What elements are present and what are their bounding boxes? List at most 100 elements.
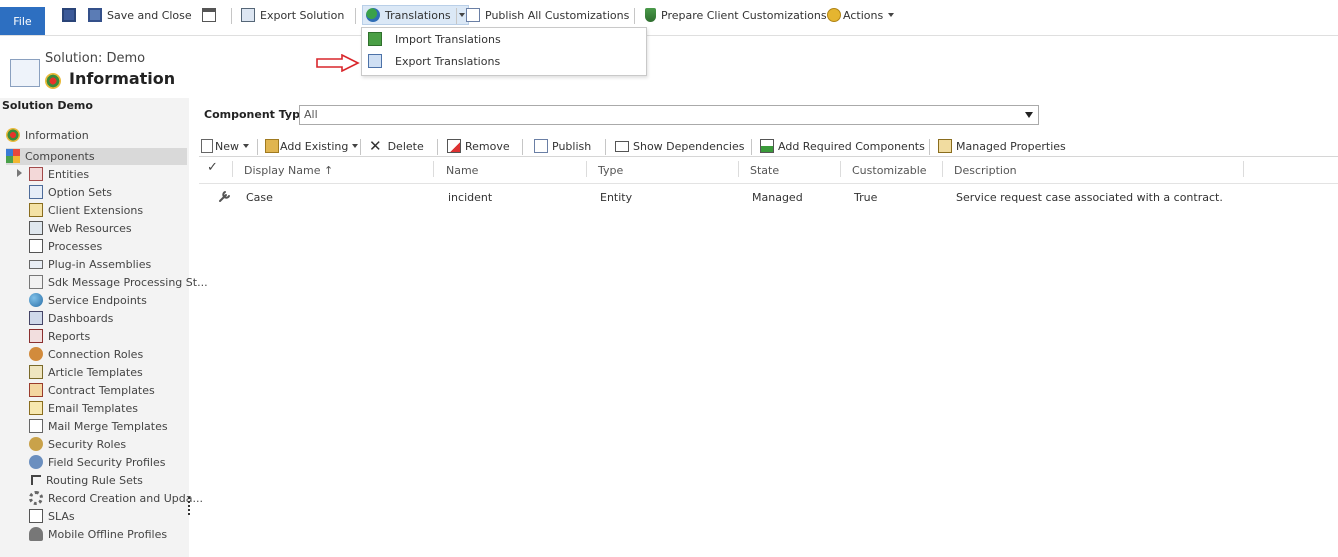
new-label: New xyxy=(215,139,239,153)
nav-item-contract-templates[interactable]: Contract Templates xyxy=(29,381,155,399)
solution-label: Solution: Demo xyxy=(45,51,146,66)
nav-item-reports[interactable]: Reports xyxy=(29,327,90,345)
nav-item-label: Connection Roles xyxy=(48,347,144,361)
managed-properties-button[interactable]: Managed Properties xyxy=(938,138,1066,154)
nav-item-label: SLAs xyxy=(48,509,75,523)
nav-heading: Solution Demo xyxy=(2,99,93,112)
component-type-value: All xyxy=(304,108,318,121)
show-dependencies-button[interactable]: Show Dependencies xyxy=(615,138,744,154)
add-existing-button[interactable]: Add Existing xyxy=(265,138,359,154)
routing-rule-icon xyxy=(31,475,41,485)
dependencies-icon xyxy=(615,140,629,152)
nav-item-label: Email Templates xyxy=(48,401,138,415)
nav-item-processes[interactable]: Processes xyxy=(29,237,102,255)
reports-icon xyxy=(29,329,43,343)
nav-item-mail-merge-templates[interactable]: Mail Merge Templates xyxy=(29,417,168,435)
new-icon xyxy=(201,139,213,153)
nav-item-record-creation[interactable]: Record Creation and Upda... xyxy=(29,489,203,507)
actions-button[interactable]: Actions xyxy=(827,6,895,24)
cell-type: Entity xyxy=(600,191,633,204)
nav-resize-handle[interactable] xyxy=(188,497,192,515)
nav-item-mobile-offline-profiles[interactable]: Mobile Offline Profiles xyxy=(29,525,167,543)
grid-header-border xyxy=(199,183,1338,184)
close-icon: ✕ xyxy=(369,137,382,155)
menu-item-import-translations[interactable]: Import Translations xyxy=(368,30,501,48)
toolbar-separator xyxy=(257,139,258,155)
publish-all-button[interactable]: Publish All Customizations xyxy=(466,6,629,24)
nav-item-components[interactable]: Components xyxy=(6,147,95,165)
ribbon-separator xyxy=(634,8,635,24)
column-header-name[interactable]: Name xyxy=(446,164,478,178)
column-separator xyxy=(738,161,739,177)
nav-item-security-roles[interactable]: Security Roles xyxy=(29,435,126,453)
prepare-client-button[interactable]: Prepare Client Customizations xyxy=(645,6,827,24)
chevron-down-icon xyxy=(1025,112,1033,118)
publish-button[interactable]: Publish xyxy=(534,138,591,154)
annotation-arrow-icon xyxy=(316,54,360,72)
nav-item-label: Entities xyxy=(48,167,90,181)
ribbon-separator xyxy=(456,8,457,24)
column-header-type[interactable]: Type xyxy=(598,164,623,178)
nav-item-routing-rule-sets[interactable]: Routing Rule Sets xyxy=(29,471,143,489)
nav-item-entities[interactable]: Entities xyxy=(29,165,89,183)
delete-button[interactable]: ✕ Delete xyxy=(369,138,424,154)
managed-properties-icon xyxy=(938,139,952,153)
export-solution-label: Export Solution xyxy=(260,8,345,22)
nav-item-web-resources[interactable]: Web Resources xyxy=(29,219,132,237)
nav-item-plugin-assemblies[interactable]: Plug-in Assemblies xyxy=(29,255,151,273)
cell-description: Service request case associated with a c… xyxy=(956,191,1223,204)
nav-item-client-extensions[interactable]: Client Extensions xyxy=(29,201,143,219)
nav-item-label: Service Endpoints xyxy=(48,293,147,307)
nav-item-option-sets[interactable]: Option Sets xyxy=(29,183,112,201)
nav-item-connection-roles[interactable]: Connection Roles xyxy=(29,345,143,363)
add-required-label: Add Required Components xyxy=(778,139,925,153)
nav-item-service-endpoints[interactable]: Service Endpoints xyxy=(29,291,147,309)
option-sets-icon xyxy=(29,185,43,199)
add-required-icon xyxy=(760,139,774,153)
column-separator xyxy=(1243,161,1244,177)
nav-item-dashboards[interactable]: Dashboards xyxy=(29,309,113,327)
cell-display-name[interactable]: Case xyxy=(246,191,273,204)
wrench-icon xyxy=(219,191,230,202)
nav-item-label: Mail Merge Templates xyxy=(48,419,168,433)
save-and-close-button[interactable]: Save and Close xyxy=(88,6,192,24)
page-title: Information xyxy=(69,69,176,88)
expand-triangle-icon[interactable] xyxy=(17,169,22,177)
new-button[interactable]: New xyxy=(201,138,249,154)
entities-icon xyxy=(29,167,43,181)
save-close-icon xyxy=(88,8,102,22)
nav-item-label: Routing Rule Sets xyxy=(46,473,143,487)
chevron-down-icon xyxy=(352,144,359,148)
nav-item-sdk-message-processing[interactable]: Sdk Message Processing St... xyxy=(29,273,208,291)
nav-item-field-security-profiles[interactable]: Field Security Profiles xyxy=(29,453,166,471)
nav-item-label: Record Creation and Upda... xyxy=(48,491,203,505)
nav-item-label: Article Templates xyxy=(48,365,143,379)
select-all-checkmark-icon[interactable]: ✓ xyxy=(207,160,218,175)
menu-item-label: Export Translations xyxy=(395,54,501,68)
nav-item-email-templates[interactable]: Email Templates xyxy=(29,399,138,417)
nav-item-slas[interactable]: SLAs xyxy=(29,507,75,525)
nav-item-label: Contract Templates xyxy=(48,383,155,397)
toolbar-separator xyxy=(522,139,523,155)
menu-item-export-translations[interactable]: Export Translations xyxy=(368,52,500,70)
field-security-icon xyxy=(29,455,43,469)
chevron-down-icon xyxy=(458,13,465,17)
export-solution-button[interactable]: Export Solution xyxy=(241,6,344,24)
nav-item-article-templates[interactable]: Article Templates xyxy=(29,363,143,381)
column-separator xyxy=(232,161,233,177)
translations-button[interactable]: Translations xyxy=(362,5,469,25)
column-header-state[interactable]: State xyxy=(750,164,779,178)
nav-item-information[interactable]: Information xyxy=(6,126,89,144)
column-header-customizable[interactable]: Customizable xyxy=(852,164,927,178)
print-button[interactable] xyxy=(202,6,216,24)
file-button[interactable]: File xyxy=(0,7,45,35)
add-required-components-button[interactable]: Add Required Components xyxy=(760,138,925,154)
remove-button[interactable]: Remove xyxy=(447,138,510,154)
column-header-description[interactable]: Description xyxy=(954,164,1017,178)
ribbon-separator xyxy=(231,8,232,24)
save-button[interactable] xyxy=(62,6,76,24)
dashboards-icon xyxy=(29,311,43,325)
column-header-display-name[interactable]: Display Name ↑ xyxy=(244,164,333,178)
nav-item-label: Field Security Profiles xyxy=(48,455,166,469)
component-type-select[interactable]: All xyxy=(299,105,1039,125)
